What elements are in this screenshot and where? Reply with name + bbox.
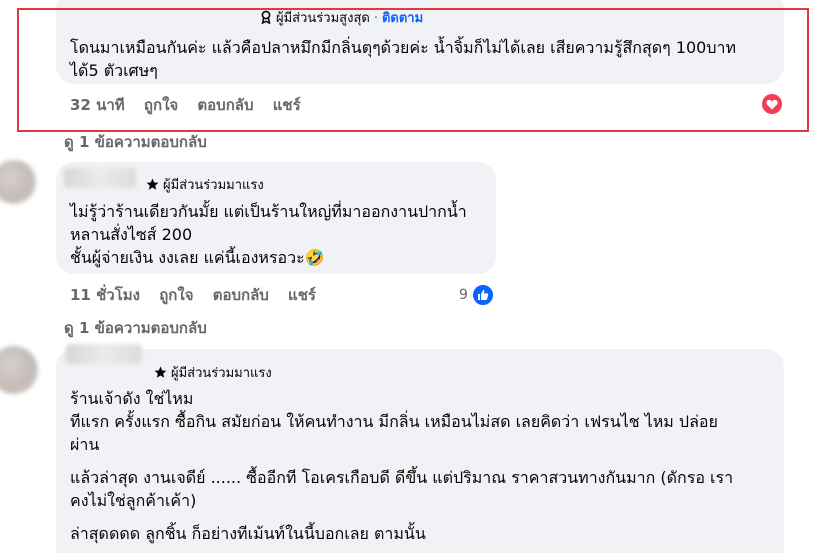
reaction-summary[interactable]: 9 [459,283,495,307]
comment-text: ชั้นผู้จ่ายเงิน งงเลย แค่นี้เองหรอวะ [70,248,305,267]
like-button[interactable]: ถูกใจ [159,285,193,305]
timestamp-link[interactable]: 11 ชั่วโมง [70,285,140,305]
comment-text-line: หลานสั่งไซส์ 200 [70,225,193,244]
avatar[interactable] [0,160,36,204]
badge-label: ผู้มีส่วนร่วมมาแรง [163,178,264,193]
reaction-count: 9 [459,287,468,303]
rising-contributor-badge: ผู้มีส่วนร่วมมาแรง [154,366,272,384]
star-icon [146,178,159,196]
comment-text-line: คงไม่ใช่ลูกค้าเค้า) [70,491,197,510]
comment-text-line: แล้วล่าสุด งานเจดีย์ ...... ซื้ออีกที โอ… [70,468,734,487]
comment-text-line: ร้านเจ้าดัง ใช่ไหม [70,389,194,408]
author-name-blurred[interactable] [66,344,142,364]
comment-text-line: ทีแรก ครั้งแรก ซื้อกิน สมัยก่อน ให้คนทำง… [70,412,718,431]
highlight-box [17,8,809,132]
comment-actions: 11 ชั่วโมง ถูกใจ ตอบกลับ แชร์ [70,285,330,305]
star-icon [154,366,167,384]
share-button[interactable]: แชร์ [288,285,316,305]
rising-contributor-badge: ผู้มีส่วนร่วมมาแรง [146,178,264,196]
reply-button[interactable]: ตอบกลับ [213,285,269,305]
view-replies-link[interactable]: ดู 1 ข้อความตอบกลับ [64,132,207,152]
comment-thread: ผู้มีส่วนร่วมสูงสุด · ติดตาม โดนมาเหมือนกั… [0,0,824,553]
laughing-emoji: 🤣 [304,248,325,267]
comment-text-line: ผ่าน [70,435,100,454]
author-name-blurred[interactable] [64,168,136,188]
comment-text-line: ไม่รู้ว่าร้านเดียวกันมั้ย แต่เป็นร้านใหญ… [70,202,467,221]
comment-text-line: ล่าสุดดดด ลูกชิ้น ก็อย่างทีเม้นท์ในนี้บอ… [70,524,426,543]
avatar[interactable] [0,346,38,394]
badge-label: ผู้มีส่วนร่วมมาแรง [171,366,272,381]
comment-text-line: ชั้นผู้จ่ายเงิน งงเลย แค่นี้เองหรอวะ🤣 [70,247,325,269]
thumbs-up-icon [470,283,495,307]
view-replies-link[interactable]: ดู 1 ข้อความตอบกลับ [64,318,207,338]
view-replies-label: ดู 1 ข้อความตอบกลับ [64,319,207,337]
view-replies-label: ดู 1 ข้อความตอบกลับ [64,133,207,151]
